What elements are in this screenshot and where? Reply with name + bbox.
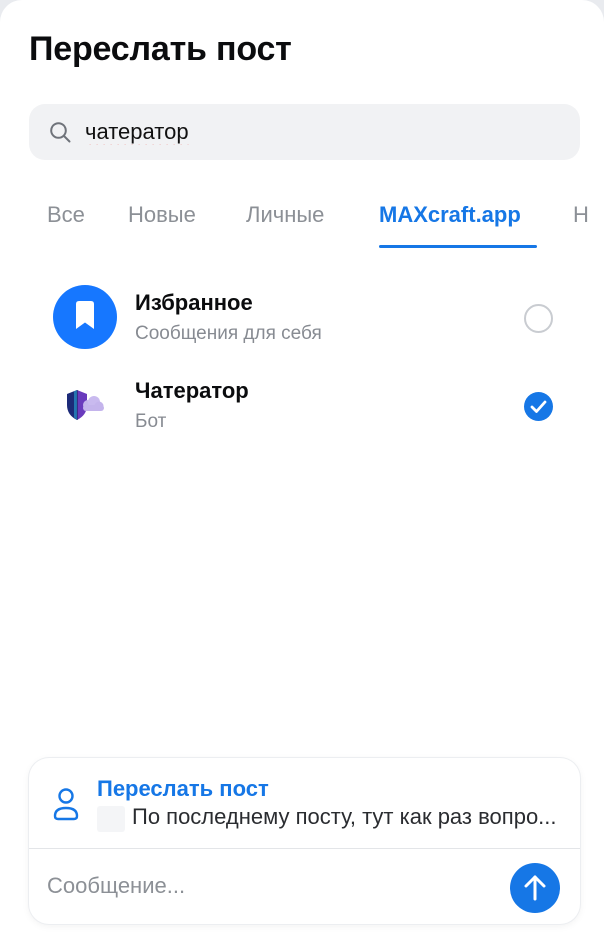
compose-divider: [29, 848, 580, 849]
search-icon: [50, 122, 71, 143]
forward-title: Переслать пост: [97, 776, 269, 801]
sheet-title: Переслать пост: [29, 30, 292, 68]
arrow-up-icon: [524, 875, 546, 901]
shield-cloud-icon: [67, 390, 104, 420]
folder-tabs: Все Новые Личные MAXcraft.app Н: [0, 192, 604, 248]
select-radio-chaterator[interactable]: [524, 392, 553, 421]
contact-name: Избранное: [135, 290, 253, 315]
select-radio-favorites[interactable]: [524, 304, 553, 333]
contact-subtitle: Бот: [135, 411, 167, 432]
contact-row-favorites[interactable]: Избранное Сообщения для себя: [0, 275, 604, 363]
forward-preview: По последнему посту, тут как раз вопро..…: [132, 804, 557, 829]
contact-row-chaterator[interactable]: Чатератор Бот: [0, 363, 604, 451]
tab-maxcraft[interactable]: MAXcraft.app: [379, 202, 521, 228]
tab-new[interactable]: Новые: [128, 202, 196, 228]
person-icon: [53, 788, 79, 821]
forward-sheet: Переслать пост Все Новые Личные MAXcraft…: [0, 0, 604, 940]
search-bar[interactable]: [29, 104, 580, 160]
send-button[interactable]: [510, 863, 560, 913]
tab-next-partial[interactable]: Н: [573, 202, 589, 228]
chaterator-avatar: [53, 373, 117, 437]
message-input[interactable]: [47, 866, 487, 906]
tab-all[interactable]: Все: [47, 202, 85, 228]
favorites-avatar: [53, 285, 117, 349]
active-tab-indicator: [379, 245, 537, 248]
tab-personal[interactable]: Личные: [246, 202, 324, 228]
search-input[interactable]: [85, 112, 565, 152]
compose-panel: Переслать пост По последнему посту, тут …: [29, 758, 580, 924]
contact-subtitle: Сообщения для себя: [135, 323, 322, 344]
forward-thumbnail: [97, 806, 125, 832]
checkmark-icon: [530, 400, 547, 413]
contact-name: Чатератор: [135, 378, 249, 403]
bookmark-icon: [76, 301, 94, 329]
